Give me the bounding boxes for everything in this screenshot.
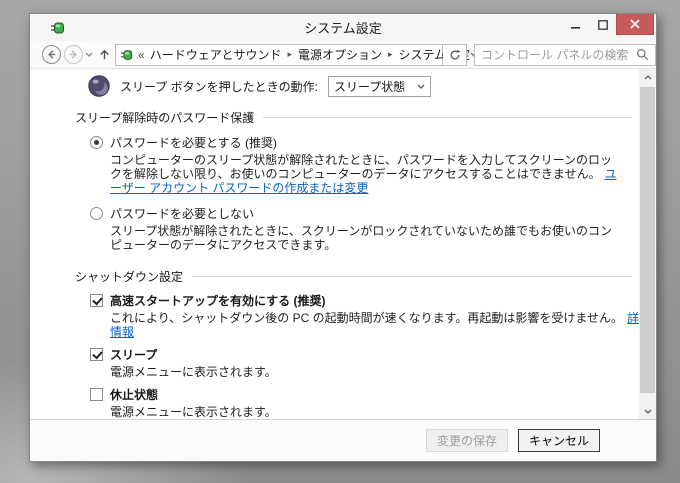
maximize-button[interactable] bbox=[589, 14, 616, 35]
breadcrumb-overflow-chevron[interactable]: « bbox=[138, 48, 145, 62]
shutdown-settings-section-header: シャットダウン設定 bbox=[75, 268, 632, 285]
refresh-button[interactable] bbox=[443, 43, 467, 66]
breadcrumb-separator-icon: ▸ bbox=[287, 49, 292, 59]
close-button[interactable] bbox=[616, 14, 654, 35]
address-bar[interactable]: « ハードウェアとサウンド ▸ 電源オプション ▸ システム設定 bbox=[115, 43, 478, 66]
scrollbar-thumb[interactable] bbox=[640, 87, 655, 393]
sleep-option: スリープ 電源メニューに表示されます。 bbox=[90, 346, 656, 379]
minimize-icon bbox=[570, 26, 580, 29]
sleep-checkbox[interactable] bbox=[90, 348, 103, 361]
back-arrow-icon bbox=[48, 50, 56, 59]
breadcrumb-item-hardware-and-sound[interactable]: ハードウェアとサウンド bbox=[150, 46, 282, 63]
maximize-icon bbox=[597, 19, 608, 30]
system-settings-window: システム設定 « ハードウェアとサウンド ▸ 電源オプション ▸ システム設定 … bbox=[29, 13, 657, 462]
option-description: コンピューターのスリープ状態が解除されたときに、パスワードを入力してスクリーンの… bbox=[110, 153, 618, 195]
search-icon[interactable] bbox=[636, 48, 649, 61]
footer-button-bar: 変更の保存 キャンセル bbox=[30, 419, 656, 461]
section-title: スリープ解除時のパスワード保護 bbox=[75, 111, 255, 125]
option-description: 電源メニューに表示されます。 bbox=[110, 365, 656, 379]
no-password-radio[interactable] bbox=[90, 207, 103, 220]
chevron-down-icon bbox=[85, 52, 93, 57]
search-input[interactable] bbox=[481, 47, 636, 62]
chevron-down-icon bbox=[644, 409, 651, 414]
section-divider bbox=[192, 276, 632, 277]
require-password-option: パスワードを必要とする (推奨) コンピューターのスリープ状態が解除されたときに… bbox=[90, 134, 656, 195]
up-arrow-icon bbox=[100, 49, 109, 60]
sleep-button-icon bbox=[88, 75, 110, 97]
sleep-action-selected-value: スリープ状態 bbox=[333, 79, 406, 94]
minimize-button[interactable] bbox=[562, 14, 589, 35]
password-protection-section-header: スリープ解除時のパスワード保護 bbox=[75, 109, 632, 126]
description-text: 電源メニューに表示されます。 bbox=[110, 405, 277, 419]
navigation-toolbar: « ハードウェアとサウンド ▸ 電源オプション ▸ システム設定 bbox=[30, 41, 656, 69]
refresh-icon bbox=[450, 49, 460, 59]
power-options-icon-small bbox=[120, 49, 133, 60]
description-text: スリープ状態が解除されたときに、スクリーンがロックされていないため誰でもお使いの… bbox=[110, 224, 612, 252]
up-button[interactable] bbox=[98, 48, 111, 61]
section-title: シャットダウン設定 bbox=[75, 270, 184, 284]
cancel-button[interactable]: キャンセル bbox=[517, 429, 600, 452]
chevron-down-icon bbox=[417, 84, 425, 89]
description-text: これにより、シャットダウン後の PC の起動時間が速くなります。再起動は影響を受… bbox=[110, 311, 624, 325]
sleep-action-select[interactable]: スリープ状態 bbox=[327, 75, 431, 97]
breadcrumb-separator-icon: ▸ bbox=[388, 49, 393, 59]
checkbox-label[interactable]: スリープ bbox=[110, 346, 157, 363]
fast-startup-checkbox[interactable] bbox=[90, 294, 103, 307]
fast-startup-option: 高速スタートアップを有効にする (推奨) これにより、シャットダウン後の PC … bbox=[90, 292, 656, 339]
chevron-up-icon bbox=[644, 74, 651, 79]
checkbox-label[interactable]: 高速スタートアップを有効にする (推奨) bbox=[110, 292, 325, 309]
recent-pages-dropdown[interactable] bbox=[85, 52, 93, 57]
forward-arrow-icon bbox=[69, 50, 77, 59]
scroll-up-button[interactable] bbox=[639, 69, 656, 85]
sleep-button-action-row: スリープ ボタンを押したときの動作: スリープ状態 bbox=[30, 69, 656, 97]
title-bar[interactable]: システム設定 bbox=[30, 14, 656, 41]
sleep-action-label: スリープ ボタンを押したときの動作: bbox=[120, 79, 318, 94]
option-description: これにより、シャットダウン後の PC の起動時間が速くなります。再起動は影響を受… bbox=[110, 311, 656, 339]
option-description: スリープ状態が解除されたときに、スクリーンがロックされていないため誰でもお使いの… bbox=[110, 224, 618, 252]
section-divider bbox=[263, 117, 632, 118]
breadcrumb-item-power-options[interactable]: 電源オプション bbox=[298, 46, 382, 63]
power-options-icon bbox=[51, 22, 64, 33]
hibernate-checkbox[interactable] bbox=[90, 388, 103, 401]
settings-content: スリープ ボタンを押したときの動作: スリープ状態 スリープ解除時のパスワード保… bbox=[30, 69, 656, 419]
back-button[interactable] bbox=[42, 45, 61, 64]
hibernate-option: 休止状態 電源メニューに表示されます。 bbox=[90, 386, 656, 419]
option-description: 電源メニューに表示されます。 bbox=[110, 405, 656, 419]
forward-button[interactable] bbox=[64, 45, 83, 64]
no-password-option: パスワードを必要としない スリープ状態が解除されたときに、スクリーンがロックされ… bbox=[90, 205, 656, 252]
description-text: コンピューターのスリープ状態が解除されたときに、パスワードを入力してスクリーンの… bbox=[110, 153, 612, 181]
desktop-background: システム設定 « ハードウェアとサウンド ▸ 電源オプション ▸ システム設定 … bbox=[0, 0, 680, 483]
require-password-radio[interactable] bbox=[90, 136, 103, 149]
close-icon bbox=[630, 19, 640, 29]
vertical-scrollbar[interactable] bbox=[639, 69, 656, 419]
caption-controls bbox=[562, 14, 654, 35]
save-changes-button[interactable]: 変更の保存 bbox=[425, 429, 508, 452]
checkbox-label[interactable]: 休止状態 bbox=[110, 386, 158, 403]
description-text: 電源メニューに表示されます。 bbox=[110, 365, 277, 379]
scroll-down-button[interactable] bbox=[639, 403, 656, 419]
radio-label[interactable]: パスワードを必要としない bbox=[110, 205, 254, 222]
search-box[interactable] bbox=[474, 43, 656, 66]
radio-label[interactable]: パスワードを必要とする (推奨) bbox=[110, 134, 277, 151]
